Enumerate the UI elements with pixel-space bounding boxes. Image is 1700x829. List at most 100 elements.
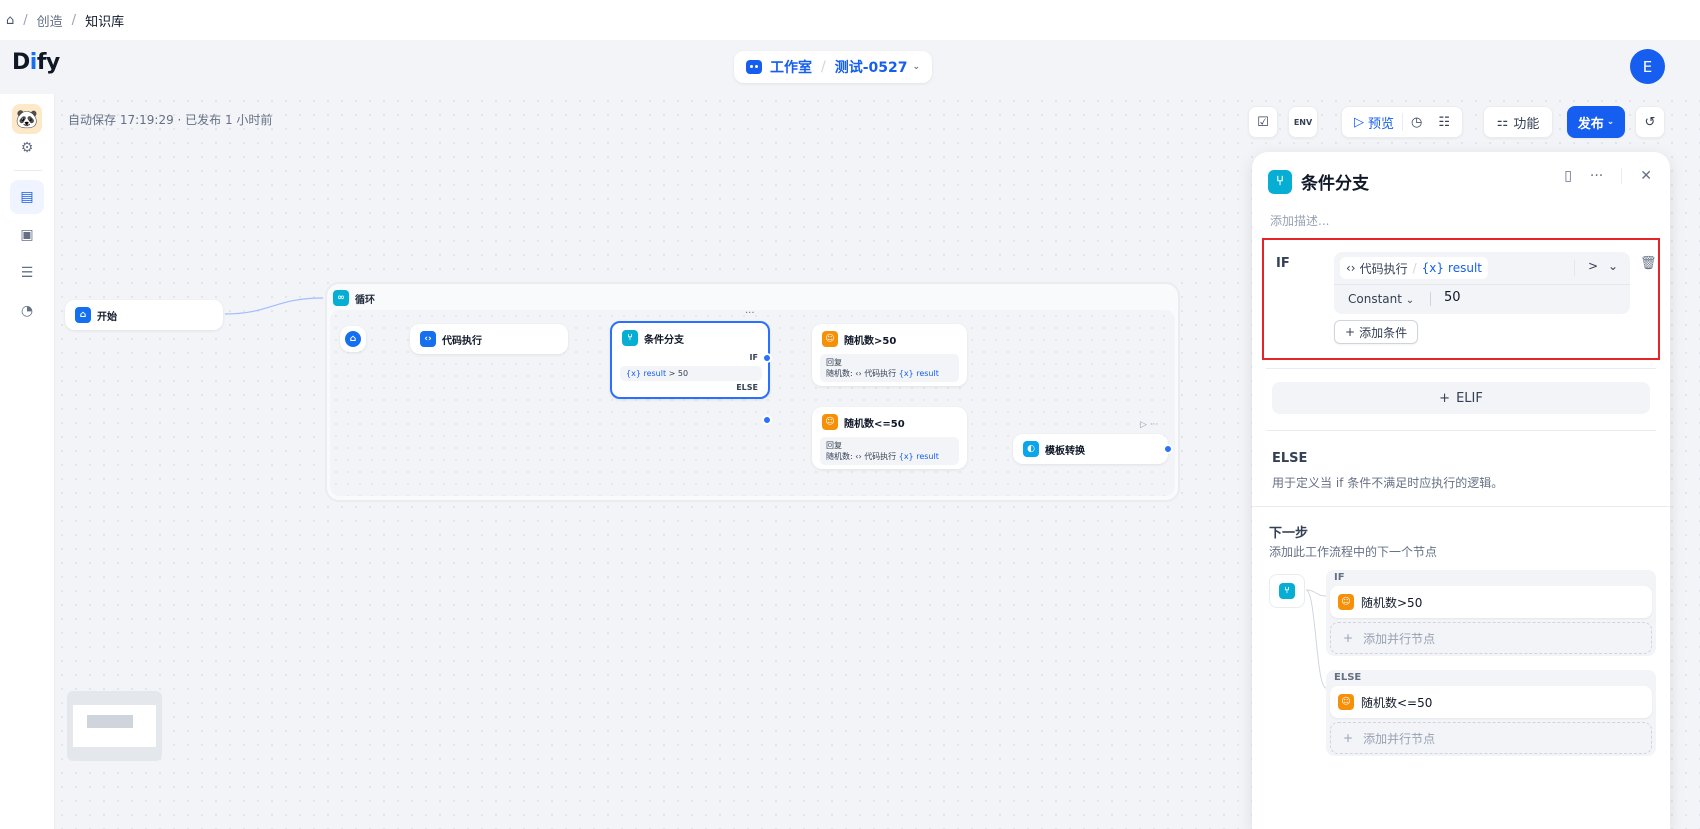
loop-start-node[interactable]: ⌂ <box>340 326 366 352</box>
chevron-down-icon: ⌄ <box>1405 295 1415 306</box>
next-step-source-node: ⑂ <box>1269 574 1305 608</box>
checklist-list-button[interactable]: ☷ <box>1430 107 1458 137</box>
breadcrumb: ⌂ / 创造 / 知识库 <box>0 0 1700 40</box>
breadcrumb-create[interactable]: 创造 <box>37 11 63 30</box>
condition-operator-value: > 50 <box>668 369 689 378</box>
checklist-button[interactable]: ☑ <box>1248 106 1278 138</box>
add-parallel-node-button[interactable]: + 添加并行节点 <box>1330 722 1652 754</box>
chevron-down-icon: ⌄ <box>1607 259 1618 273</box>
run-node-icon[interactable]: ▷ ··· <box>1140 420 1158 430</box>
next-step-description: 添加此工作流程中的下一个节点 <box>1269 545 1438 559</box>
node-config-panel: ⑂ 条件分支 ▯ ··· ✕ 添加描述... IF ‹› 代码执行 / {x} … <box>1252 152 1670 829</box>
plus-icon: + <box>1439 390 1451 406</box>
minimap[interactable] <box>67 691 162 761</box>
add-parallel-label: 添加并行节点 <box>1363 631 1436 646</box>
comparison-operator-select[interactable]: > ⌄ <box>1588 259 1618 273</box>
description-input[interactable]: 添加描述... <box>1270 212 1329 229</box>
ifelse-node[interactable]: ⑂ 条件分支 IF {x} result > 50 ELSE <box>610 321 770 399</box>
answer-icon: ☺ <box>1338 694 1354 710</box>
answer-preview: 回复 随机数: ‹› 代码执行 {x} result <box>820 354 959 382</box>
workspace-name: 工作室 <box>770 60 812 76</box>
ifelse-node-label: 条件分支 <box>644 334 684 346</box>
answer-prefix: 随机数: <box>826 369 853 378</box>
else-title: ELSE <box>1272 451 1308 466</box>
else-description: 用于定义当 if 条件不满足时应执行的逻辑。 <box>1272 476 1504 490</box>
template-output-port[interactable] <box>1163 444 1173 454</box>
more-icon[interactable]: ··· <box>745 308 755 319</box>
trash-icon[interactable]: 🗑 <box>1640 256 1657 271</box>
env-label: ENV <box>1293 117 1313 127</box>
breadcrumb-separator: / <box>71 12 77 28</box>
condition-variable-picker[interactable]: ‹› 代码执行 / {x} result <box>1340 257 1488 279</box>
features-button[interactable]: ⚏ 功能 <box>1483 106 1553 138</box>
breadcrumb-knowledge[interactable]: 知识库 <box>85 11 124 30</box>
template-transform-node[interactable]: ◐ 模板转换 <box>1013 434 1168 464</box>
branch-label: ELSE <box>1334 672 1362 683</box>
home-icon: ⌂ <box>345 331 361 347</box>
start-node[interactable]: ⌂ 开始 <box>65 300 223 330</box>
close-icon[interactable]: ✕ <box>1640 168 1652 184</box>
variable-icon: {x} <box>626 369 641 378</box>
answer-icon: ☺ <box>1338 594 1354 610</box>
dify-logo[interactable]: Dify <box>12 50 60 75</box>
constant-value-input[interactable]: 50 <box>1444 290 1461 305</box>
next-step-node[interactable]: ☺ 随机数<=50 <box>1330 686 1652 718</box>
run-history-button[interactable]: ◷ <box>1403 107 1430 137</box>
next-step-branch-else: ELSE ☺ 随机数<=50 + 添加并行节点 <box>1326 670 1656 756</box>
answer-icon: ☺ <box>822 414 838 430</box>
version-history-button[interactable]: ↺ <box>1635 106 1665 138</box>
answer-prefix: 随机数: <box>826 452 853 461</box>
loop-node-label: 循环 <box>355 294 375 306</box>
chevron-down-icon: ⌄ <box>912 62 921 72</box>
answer-node-le50[interactable]: ☺ 随机数<=50 回复 随机数: ‹› 代码执行 {x} result <box>812 407 967 469</box>
list-icon: ☷ <box>1438 114 1450 130</box>
if-output-port[interactable] <box>762 353 772 363</box>
answer-variable: result <box>916 452 939 461</box>
template-icon: ◐ <box>1023 441 1039 457</box>
sidebar-divider <box>14 170 42 171</box>
sidebar-item-logs[interactable]: ☰ <box>10 256 44 290</box>
code-icon: ‹› <box>420 331 436 347</box>
else-output-port[interactable] <box>762 415 772 425</box>
publish-button[interactable]: 发布 ⌄ <box>1567 106 1625 138</box>
panel-header: ⑂ 条件分支 <box>1268 169 1369 194</box>
app-switcher[interactable]: 工作室 / 测试-0527 ⌄ <box>734 51 933 83</box>
add-parallel-label: 添加并行节点 <box>1363 731 1436 746</box>
value-divider <box>1430 292 1431 306</box>
code-icon: ‹› <box>1346 261 1356 275</box>
next-step-node-label: 随机数<=50 <box>1361 695 1433 710</box>
add-condition-button[interactable]: + 添加条件 <box>1334 320 1419 344</box>
chevron-down-icon: ⌄ <box>1606 117 1615 127</box>
sidebar-item-monitoring[interactable]: ◔ <box>10 294 44 328</box>
if-case-section: IF ‹› 代码执行 / {x} result > ⌄ Constant ⌄ 5… <box>1262 238 1660 360</box>
sidebar-item-workflow[interactable]: ▤ <box>10 180 44 214</box>
section-divider <box>1266 368 1656 369</box>
add-parallel-node-button[interactable]: + 添加并行节点 <box>1330 622 1652 654</box>
avatar[interactable]: E <box>1630 49 1665 84</box>
answer-preview: 回复 随机数: ‹› 代码执行 {x} result <box>820 437 959 465</box>
book-icon[interactable]: ▯ <box>1564 168 1572 184</box>
elif-label: ELIF <box>1456 390 1483 406</box>
app-icon[interactable]: 🐼 <box>12 104 42 134</box>
sidebar-item-api[interactable]: ▣ <box>10 218 44 252</box>
code-node[interactable]: ‹› 代码执行 <box>410 324 568 354</box>
more-icon[interactable]: ··· <box>1590 168 1603 184</box>
condition-hline <box>1334 284 1630 285</box>
plus-icon: + <box>1343 731 1354 745</box>
condition-divider <box>1574 260 1575 276</box>
if-label: IF <box>1276 256 1290 271</box>
answer-source: 代码执行 <box>864 452 897 461</box>
answer-node-gt50[interactable]: ☺ 随机数>50 回复 随机数: ‹› 代码执行 {x} result <box>812 324 967 386</box>
preview-button[interactable]: ▷ 预览 <box>1346 107 1402 137</box>
add-elif-button[interactable]: + ELIF <box>1272 382 1650 414</box>
env-button[interactable]: ENV <box>1288 106 1318 138</box>
robot-icon <box>746 60 762 74</box>
next-step-node[interactable]: ☺ 随机数>50 <box>1330 586 1652 618</box>
condition-variable: result <box>643 369 667 378</box>
value-type-select[interactable]: Constant ⌄ <box>1348 292 1414 306</box>
add-condition-label: 添加条件 <box>1359 325 1408 340</box>
home-icon[interactable]: ⌂ <box>6 13 14 28</box>
condition-node-name: 代码执行 <box>1359 261 1408 276</box>
play-icon: ▷ <box>1354 114 1364 130</box>
settings-sliders-icon[interactable]: ⚙ <box>10 136 44 160</box>
